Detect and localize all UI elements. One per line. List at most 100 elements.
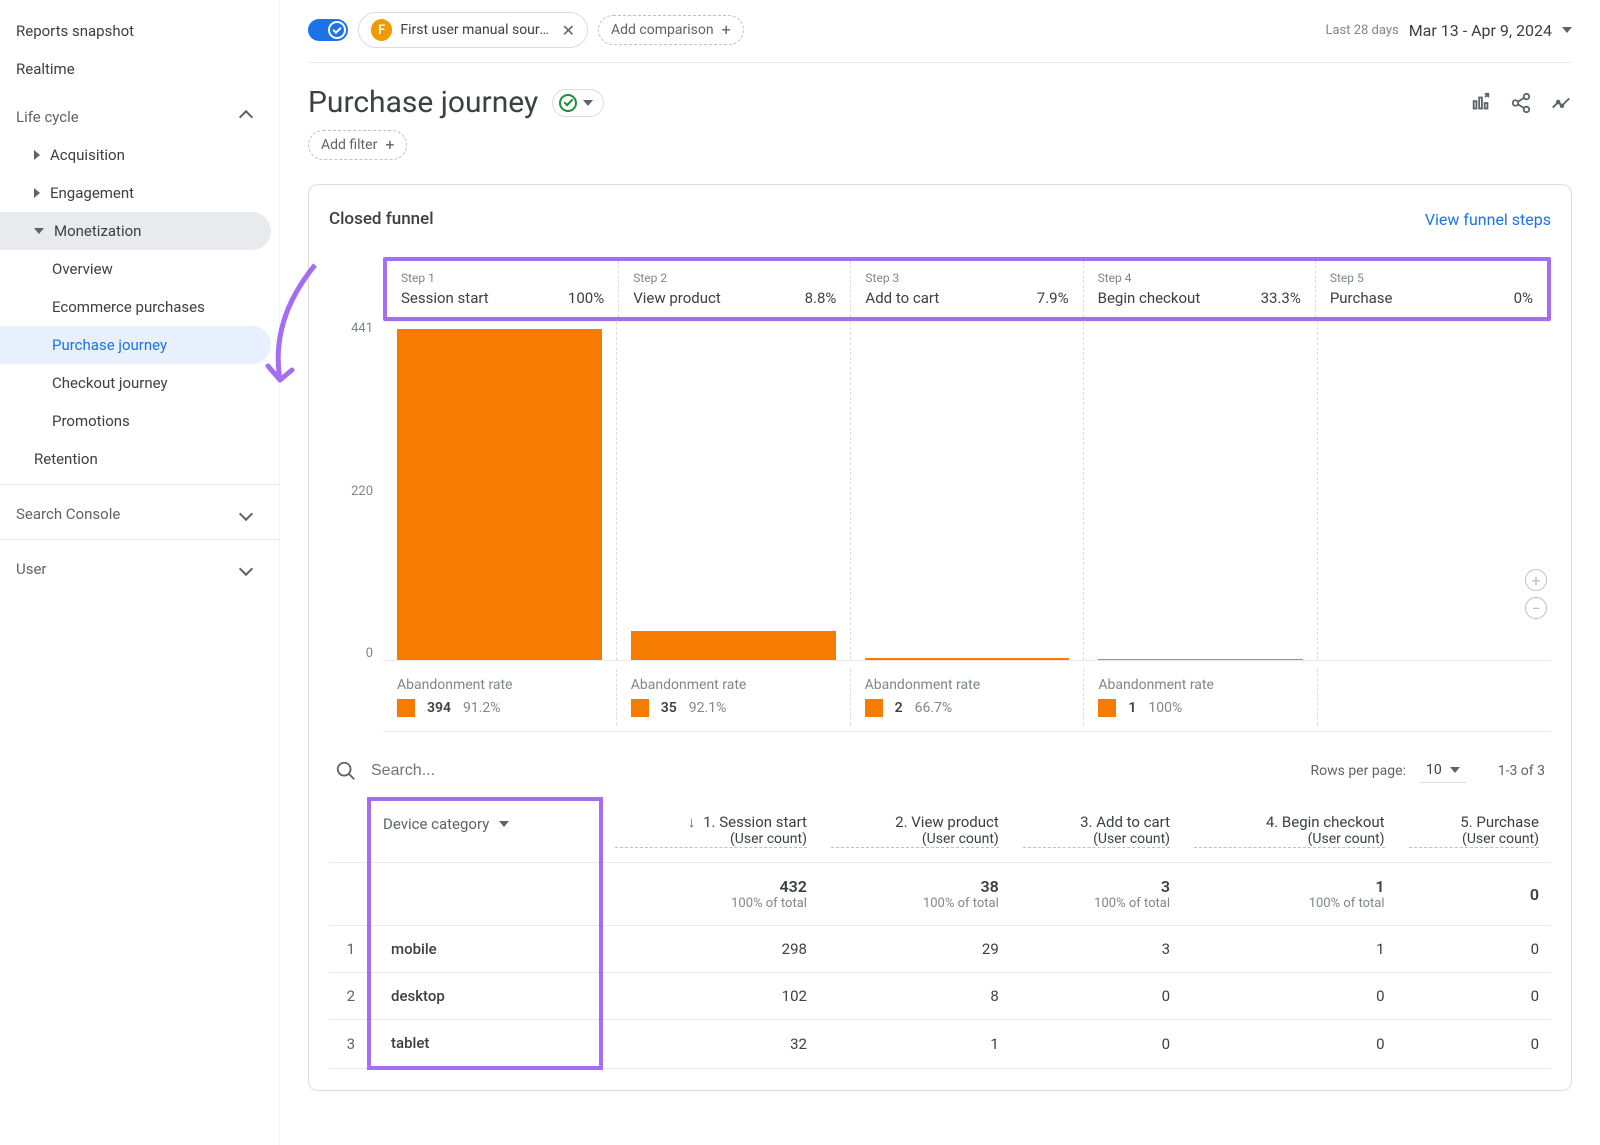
left-sidebar: Reports snapshot Realtime Life cycle Acq… (0, 0, 280, 1145)
step-percent: 7.9% (1037, 289, 1069, 307)
step-percent: 33.3% (1261, 289, 1301, 307)
topbar: F First user manual sourc... ✕ Add compa… (308, 12, 1572, 63)
share-icon[interactable] (1510, 92, 1532, 114)
value-cell: 8 (819, 973, 1011, 1020)
caret-down-icon (583, 100, 593, 106)
abandon-count: 394 (427, 700, 451, 716)
abandon-pct: 92.1% (689, 700, 727, 716)
col-purchase[interactable]: 5. Purchase (User count) (1397, 799, 1551, 863)
col-begin-checkout[interactable]: 4. Begin checkout (User count) (1182, 799, 1397, 863)
col-add-to-cart[interactable]: 3. Add to cart (User count) (1011, 799, 1182, 863)
report-status-pill[interactable] (552, 89, 604, 117)
caret-down-icon (1562, 27, 1572, 33)
step-percent: 0% (1514, 289, 1533, 307)
section-label: Life cycle (16, 108, 79, 126)
value-cell: 0 (1011, 973, 1182, 1020)
customize-report-icon[interactable] (1470, 92, 1492, 114)
sidebar-section-life-cycle[interactable]: Life cycle (0, 98, 271, 136)
row-number: 1 (329, 926, 369, 973)
funnel-label: Closed funnel (329, 209, 434, 229)
abandon-count: 1 (1128, 700, 1136, 716)
filter-row: Add filter + (308, 130, 1572, 160)
funnel-bar (1098, 659, 1303, 660)
sidebar-item-retention[interactable]: Retention (0, 440, 271, 478)
sidebar-item-realtime[interactable]: Realtime (0, 50, 271, 88)
insights-icon[interactable] (1550, 92, 1572, 114)
sidebar-section-user[interactable]: User (0, 550, 271, 588)
close-icon[interactable]: ✕ (562, 21, 575, 40)
dimension-cell[interactable]: tablet (369, 1020, 601, 1069)
sort-desc-icon: ↓ (688, 813, 696, 831)
plus-icon: + (385, 137, 394, 153)
color-swatch (1098, 699, 1116, 717)
add-filter-button[interactable]: Add filter + (308, 130, 407, 160)
total-cell: 0 (1397, 863, 1551, 926)
sidebar-item-engagement[interactable]: Engagement (0, 174, 271, 212)
sidebar-item-purchase-journey[interactable]: Purchase journey (0, 326, 271, 364)
rows-per-page-select[interactable]: 10 (1420, 758, 1466, 783)
chart-column (1317, 322, 1551, 660)
totals-row: 432100% of total38100% of total3100% of … (329, 863, 1551, 926)
col-view-product[interactable]: 2. View product (User count) (819, 799, 1011, 863)
funnel-chart: 441 220 0 + − (329, 321, 1551, 661)
zoom-controls: + − (1525, 569, 1547, 619)
value-cell: 298 (601, 926, 819, 973)
chart-columns (383, 321, 1551, 661)
source-chip[interactable]: F First user manual sourc... ✕ (358, 12, 588, 48)
step-name: Purchase (1330, 289, 1393, 307)
caret-right-icon (34, 150, 40, 160)
page-header: Purchase journey (308, 85, 1572, 120)
chevron-down-icon (239, 507, 253, 521)
y-tick: 220 (351, 484, 373, 499)
sidebar-item-acquisition[interactable]: Acquisition (0, 136, 271, 174)
chart-column (1083, 322, 1317, 660)
header-actions (1470, 92, 1572, 114)
funnel-step: Step 2 View product 8.8% (618, 261, 850, 317)
sidebar-item-monetization[interactable]: Monetization (0, 212, 271, 250)
section-label: User (16, 560, 47, 578)
table-row: 3 tablet321000 (329, 1020, 1551, 1069)
main-content: F First user manual sourc... ✕ Add compa… (280, 0, 1600, 1145)
caret-down-icon (34, 228, 44, 234)
caret-down-icon (499, 821, 509, 827)
col-session-start[interactable]: ↓ 1. Session start (User count) (601, 799, 819, 863)
comparison-toggle[interactable] (308, 19, 348, 41)
zoom-out-button[interactable]: − (1525, 597, 1547, 619)
sidebar-item-promotions[interactable]: Promotions (0, 402, 271, 440)
sidebar-item-checkout-journey[interactable]: Checkout journey (0, 364, 271, 402)
zoom-in-button[interactable]: + (1525, 569, 1547, 591)
dimension-header[interactable]: Device category (383, 815, 587, 833)
total-cell: 38100% of total (819, 863, 1011, 926)
value-cell: 0 (1397, 926, 1551, 973)
sidebar-section-search-console[interactable]: Search Console (0, 495, 271, 533)
sidebar-item-ecommerce-purchases[interactable]: Ecommerce purchases (0, 288, 271, 326)
step-number: Step 3 (865, 271, 1068, 285)
sidebar-item-overview[interactable]: Overview (0, 250, 271, 288)
y-tick: 441 (351, 321, 373, 336)
y-tick: 0 (366, 646, 373, 661)
step-number: Step 5 (1330, 271, 1533, 285)
device-category-table: Device category ↓ 1. Session start (User… (329, 797, 1551, 1070)
abandon-label: Abandonment rate (631, 677, 836, 693)
add-comparison-button[interactable]: Add comparison + (598, 15, 744, 45)
value-cell: 1 (819, 1020, 1011, 1069)
value-cell: 32 (601, 1020, 819, 1069)
chip-label: First user manual sourc... (400, 22, 553, 38)
plus-icon: + (722, 22, 731, 38)
abandon-count: 35 (661, 700, 677, 716)
abandonment-cell: Abandonment rate 1 100% (1083, 669, 1317, 725)
total-cell: 3100% of total (1011, 863, 1182, 926)
date-value: Mar 13 - Apr 9, 2024 (1409, 21, 1552, 40)
check-circle-icon (559, 94, 577, 112)
sidebar-item-reports-snapshot[interactable]: Reports snapshot (0, 12, 271, 50)
search-input[interactable] (371, 762, 1296, 780)
date-range-picker[interactable]: Last 28 days Mar 13 - Apr 9, 2024 (1325, 21, 1572, 40)
color-swatch (865, 699, 883, 717)
abandonment-cell: Abandonment rate 2 66.7% (850, 669, 1084, 725)
row-number: 2 (329, 973, 369, 1020)
funnel-card: Closed funnel View funnel steps Step 1 S… (308, 184, 1572, 1091)
view-funnel-steps-link[interactable]: View funnel steps (1425, 210, 1551, 229)
step-number: Step 1 (401, 271, 604, 285)
dimension-cell[interactable]: mobile (369, 926, 601, 973)
dimension-cell[interactable]: desktop (369, 973, 601, 1020)
